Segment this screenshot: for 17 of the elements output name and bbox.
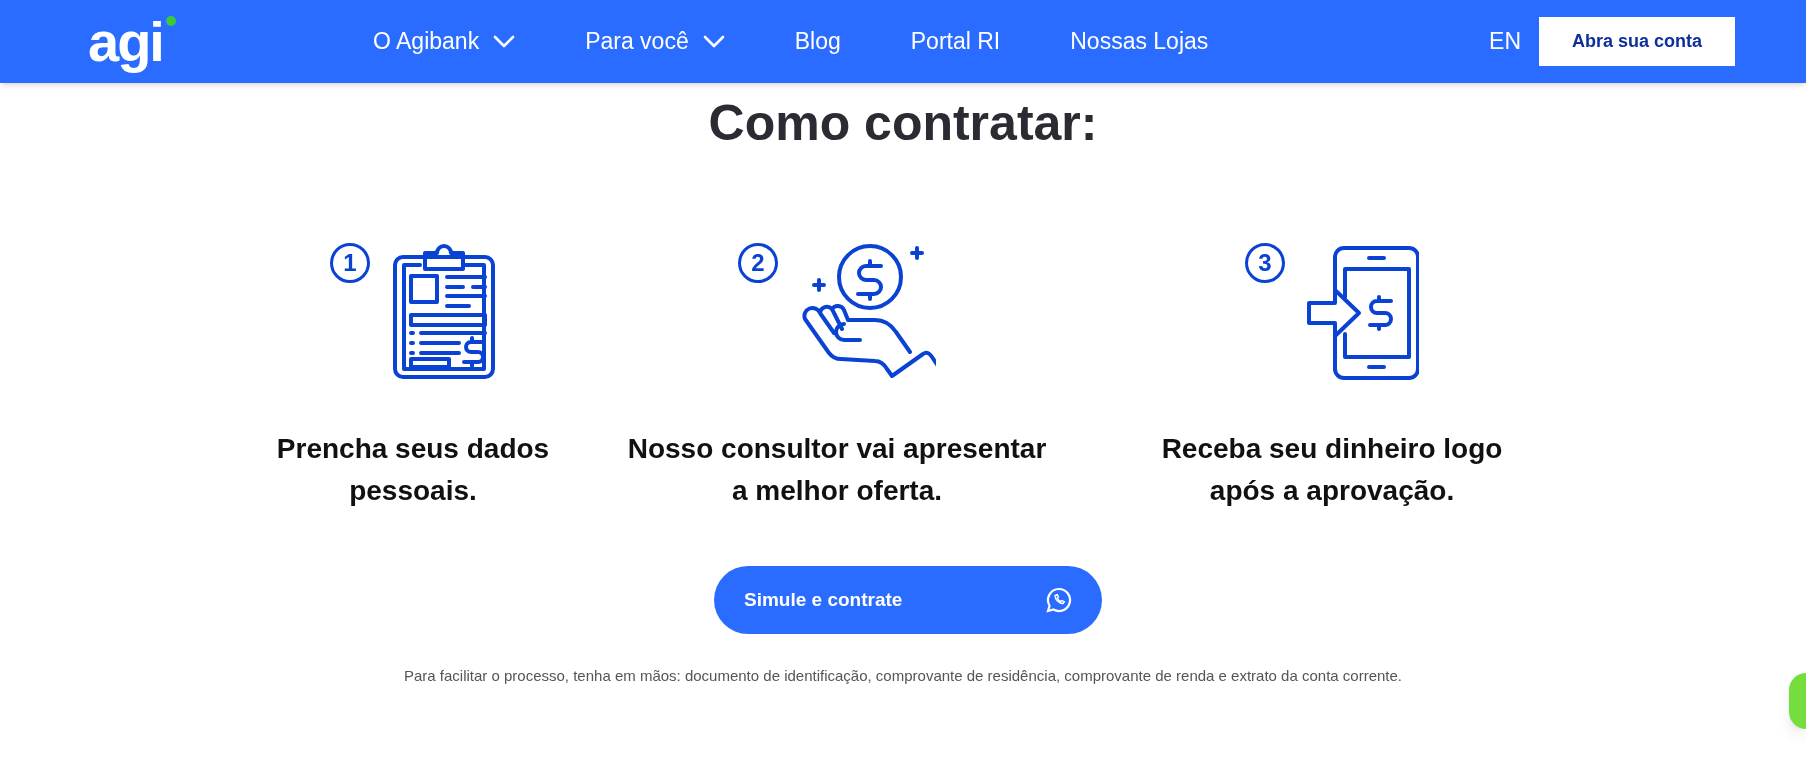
open-account-button[interactable]: Abra sua conta: [1539, 17, 1735, 66]
nav-dropdown[interactable]: Para você: [585, 24, 725, 59]
simulate-button[interactable]: Simule e contrate: [714, 566, 1102, 634]
documents-note: Para facilitar o processo, tenha em mãos: documento de identificação, comprovante de residência, comprovante de renda e extrato da conta corrente.: [402, 666, 1404, 686]
step-text: Prencha seus dados pessoais.: [275, 432, 551, 508]
nav-link[interactable]: Portal RI: [910, 24, 1001, 59]
step-text: Nosso consultor vai apresentar a melhor oferta.: [627, 432, 1047, 508]
nav-dropdown[interactable]: O Agibank: [373, 24, 516, 59]
agi-logo[interactable]: agi: [88, 11, 180, 72]
section-title: Como contratar:: [707, 94, 1099, 153]
nav-link[interactable]: Nossas Lojas: [1070, 24, 1209, 59]
step-number: 3: [1245, 243, 1285, 283]
step-number: 1: [330, 243, 370, 283]
step-text: Receba seu dinheiro logo após a aprovação.: [1160, 432, 1504, 508]
language-link[interactable]: EN: [1489, 24, 1521, 59]
nav-link[interactable]: Blog: [794, 24, 841, 59]
step-number: 2: [738, 243, 778, 283]
